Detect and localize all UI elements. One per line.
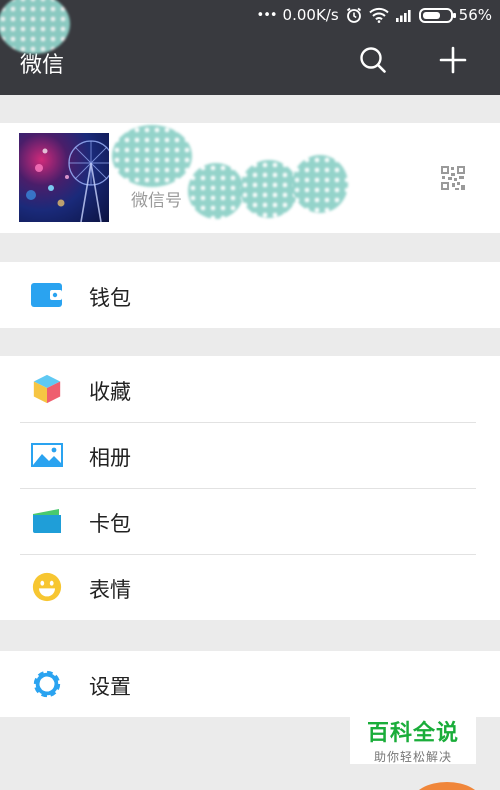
search-button[interactable]	[357, 44, 389, 76]
watermark-main: 百科全说	[366, 721, 459, 746]
menu-group-settings: 设置	[0, 651, 500, 717]
watermark-logo: 百科全说 助你轻松解决	[350, 712, 476, 764]
status-bar-right: ••• 0.00K/s 56%	[257, 4, 492, 26]
signal-icon	[395, 8, 413, 22]
album-icon	[30, 439, 64, 471]
menu-group-wallet: 钱包	[0, 262, 500, 328]
menu-item-wallet[interactable]: 钱包	[0, 262, 500, 328]
wechat-id-label: 微信号	[131, 191, 182, 211]
menu-group-content: 收藏 相册 卡包 表情	[0, 356, 500, 620]
privacy-blur	[112, 125, 192, 187]
notification-dots: •••	[256, 7, 278, 23]
wifi-icon	[368, 7, 389, 23]
top-bar: ••• 0.00K/s 56% 微信	[0, 0, 500, 95]
search-icon	[360, 47, 386, 73]
alarm-icon	[345, 6, 363, 24]
menu-item-emoji[interactable]: 表情	[0, 554, 500, 620]
menu-item-label: 设置	[89, 675, 131, 699]
privacy-blur	[0, 0, 70, 54]
privacy-blur	[292, 155, 348, 213]
watermark-sub: 助你轻松解决	[373, 750, 452, 764]
menu-item-album[interactable]: 相册	[0, 422, 500, 488]
battery-percent: 56%	[458, 6, 492, 24]
menu-item-settings[interactable]: 设置	[0, 651, 500, 717]
settings-gear-icon	[30, 668, 64, 700]
privacy-blur	[188, 163, 244, 219]
menu-item-label: 表情	[89, 578, 131, 602]
menu-item-favorites[interactable]: 收藏	[0, 356, 500, 422]
plus-icon	[439, 46, 467, 74]
wallet-icon	[30, 279, 64, 311]
add-button[interactable]	[437, 44, 469, 76]
menu-item-card-wallet[interactable]: 卡包	[0, 488, 500, 554]
network-speed: 0.00K/s	[282, 6, 339, 24]
menu-item-label: 相册	[89, 446, 131, 470]
menu-item-label: 卡包	[89, 512, 131, 536]
menu-item-label: 收藏	[89, 380, 131, 404]
status-bar: ••• 0.00K/s 56%	[0, 0, 500, 30]
card-wallet-icon	[30, 505, 64, 537]
menu-item-label: 钱包	[89, 286, 131, 310]
privacy-blur	[240, 160, 298, 218]
favorites-cube-icon	[30, 373, 64, 405]
avatar[interactable]	[19, 133, 109, 222]
qr-code-icon[interactable]	[440, 165, 466, 191]
emoji-icon	[30, 571, 64, 603]
battery-icon	[418, 7, 456, 23]
floating-button[interactable]	[412, 782, 482, 790]
